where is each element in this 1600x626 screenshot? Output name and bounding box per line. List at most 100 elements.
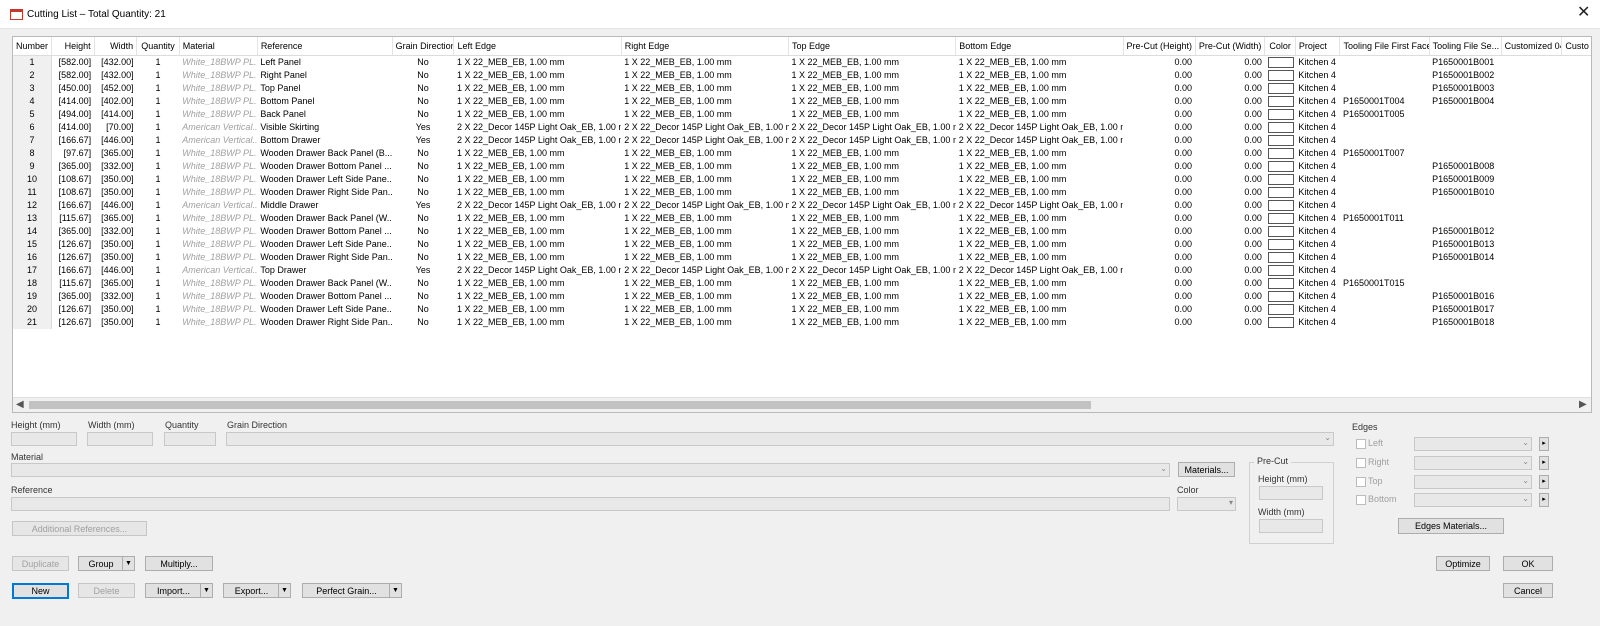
tooling-first-cell[interactable] — [1340, 290, 1429, 303]
tooling-second-cell[interactable]: P1650001B013 — [1429, 238, 1501, 251]
right-edge-cell[interactable]: 1 X 22_MEB_EB, 1.00 mm — [621, 56, 788, 70]
precut-height-cell[interactable]: 0.00 — [1123, 251, 1195, 264]
grain-cell[interactable]: Yes — [392, 264, 454, 277]
tooling-second-cell[interactable]: P1650001B008 — [1429, 160, 1501, 173]
table-row[interactable]: 6 [414.00] [70.00] 1 American Vertical... Vis… — [13, 121, 1591, 134]
material-cell[interactable]: White_18BWP PL... — [179, 186, 257, 199]
edge-right-select[interactable]: ⌄ — [1414, 456, 1532, 470]
top-edge-cell[interactable]: 1 X 22_MEB_EB, 1.00 mm — [789, 212, 956, 225]
tooling-second-cell[interactable]: P1650001B012 — [1429, 225, 1501, 238]
grain-direction-select[interactable]: ⌄ — [226, 432, 1334, 446]
tooling-first-cell[interactable]: P1650001T011 — [1340, 212, 1429, 225]
precut-height-cell[interactable]: 0.00 — [1123, 160, 1195, 173]
width-cell[interactable]: [446.00] — [94, 199, 137, 212]
reference-cell[interactable]: Bottom Drawer — [257, 134, 392, 147]
bottom-edge-cell[interactable]: 1 X 22_MEB_EB, 1.00 mm — [956, 238, 1123, 251]
precut-height-cell[interactable]: 0.00 — [1123, 82, 1195, 95]
custom-cell[interactable] — [1562, 121, 1591, 134]
top-edge-cell[interactable]: 1 X 22_MEB_EB, 1.00 mm — [789, 56, 956, 70]
tooling-first-cell[interactable] — [1340, 121, 1429, 134]
tooling-second-cell[interactable]: P1650001B010 — [1429, 186, 1501, 199]
grain-cell[interactable]: No — [392, 212, 454, 225]
color-cell[interactable] — [1265, 199, 1295, 212]
precut-width-cell[interactable]: 0.00 — [1195, 69, 1265, 82]
height-cell[interactable]: [126.67] — [52, 238, 95, 251]
customized-cell[interactable] — [1501, 212, 1562, 225]
tooling-second-cell[interactable] — [1429, 212, 1501, 225]
row-number[interactable]: 16 — [13, 251, 53, 264]
color-cell[interactable] — [1265, 82, 1295, 95]
row-number[interactable]: 13 — [13, 212, 53, 225]
right-edge-cell[interactable]: 1 X 22_MEB_EB, 1.00 mm — [621, 212, 788, 225]
customized-cell[interactable] — [1501, 238, 1562, 251]
scrollbar-thumb[interactable] — [29, 401, 1091, 409]
table-row[interactable]: 20 [126.67] [350.00] 1 White_18BWP PL... Wood… — [13, 303, 1591, 316]
customized-cell[interactable] — [1501, 121, 1562, 134]
grain-cell[interactable]: No — [392, 186, 454, 199]
table-row[interactable]: 17 [166.67] [446.00] 1 American Vertical... T… — [13, 264, 1591, 277]
table-row[interactable]: 18 [115.67] [365.00] 1 White_18BWP PL... Wood… — [13, 277, 1591, 290]
quantity-cell[interactable]: 1 — [137, 264, 180, 277]
quantity-cell[interactable]: 1 — [137, 277, 180, 290]
materials-button[interactable]: Materials... — [1178, 462, 1235, 477]
color-swatch[interactable] — [1267, 226, 1294, 237]
tooling-first-cell[interactable] — [1340, 56, 1429, 70]
height-cell[interactable]: [126.67] — [52, 251, 95, 264]
material-cell[interactable]: American Vertical... — [179, 264, 257, 277]
grain-cell[interactable]: Yes — [392, 121, 454, 134]
material-cell[interactable]: White_18BWP PL... — [179, 316, 257, 329]
project-cell[interactable]: Kitchen 4 — [1295, 264, 1340, 277]
material-cell[interactable]: White_18BWP PL... — [179, 225, 257, 238]
left-edge-cell[interactable]: 1 X 22_MEB_EB, 1.00 mm — [454, 82, 621, 95]
color-swatch[interactable] — [1267, 161, 1294, 172]
height-cell[interactable]: [126.67] — [52, 316, 95, 329]
width-cell[interactable]: [350.00] — [94, 316, 137, 329]
delete-button[interactable]: Delete — [78, 583, 135, 598]
customized-cell[interactable] — [1501, 95, 1562, 108]
custom-cell[interactable] — [1562, 147, 1591, 160]
reference-cell[interactable]: Wooden Drawer Left Side Pane... — [257, 303, 392, 316]
reference-cell[interactable]: Wooden Drawer Back Panel (W... — [257, 212, 392, 225]
color-cell[interactable] — [1265, 225, 1295, 238]
column-header[interactable]: Height — [51, 37, 95, 56]
color-cell[interactable] — [1265, 251, 1295, 264]
bottom-edge-cell[interactable]: 1 X 22_MEB_EB, 1.00 mm — [956, 225, 1123, 238]
reference-cell[interactable]: Middle Drawer — [257, 199, 392, 212]
color-swatch[interactable] — [1267, 239, 1294, 250]
top-edge-cell[interactable]: 1 X 22_MEB_EB, 1.00 mm — [789, 160, 956, 173]
reference-cell[interactable]: Visible Skirting — [257, 121, 392, 134]
quantity-cell[interactable]: 1 — [137, 147, 180, 160]
table-row[interactable]: 14 [365.00] [332.00] 1 White_18BWP PL... Wood… — [13, 225, 1591, 238]
precut-height-cell[interactable]: 0.00 — [1123, 303, 1195, 316]
table-row[interactable]: 12 [166.67] [446.00] 1 American Vertical... M… — [13, 199, 1591, 212]
new-button[interactable]: New — [12, 583, 69, 599]
width-cell[interactable]: [446.00] — [94, 264, 137, 277]
reference-cell[interactable]: Bottom Panel — [257, 95, 392, 108]
table-row[interactable]: 7 [166.67] [446.00] 1 American Vertical... Bo… — [13, 134, 1591, 147]
reference-cell[interactable]: Back Panel — [257, 108, 392, 121]
tooling-first-cell[interactable] — [1340, 173, 1429, 186]
project-cell[interactable]: Kitchen 4 — [1295, 303, 1340, 316]
color-swatch[interactable] — [1267, 304, 1294, 315]
row-number[interactable]: 12 — [13, 199, 53, 212]
precut-height-cell[interactable]: 0.00 — [1123, 199, 1195, 212]
color-select[interactable]: ▾ — [1177, 497, 1236, 511]
row-number[interactable]: 9 — [13, 160, 53, 173]
tooling-second-cell[interactable]: P1650001B017 — [1429, 303, 1501, 316]
tooling-second-cell[interactable]: P1650001B016 — [1429, 290, 1501, 303]
customized-cell[interactable] — [1501, 147, 1562, 160]
width-cell[interactable]: [332.00] — [94, 290, 137, 303]
width-cell[interactable]: [70.00] — [94, 121, 137, 134]
width-cell[interactable]: [332.00] — [94, 160, 137, 173]
right-edge-cell[interactable]: 1 X 22_MEB_EB, 1.00 mm — [621, 316, 788, 329]
material-select[interactable]: ⌄ — [11, 463, 1170, 477]
scroll-right-icon[interactable]: ▶ — [1579, 399, 1587, 410]
reference-cell[interactable]: Wooden Drawer Right Side Pan... — [257, 316, 392, 329]
grain-cell[interactable]: No — [392, 277, 454, 290]
grain-cell[interactable]: No — [392, 95, 454, 108]
color-cell[interactable] — [1265, 69, 1295, 82]
customized-cell[interactable] — [1501, 160, 1562, 173]
dropdown-arrow-icon[interactable]: ▼ — [122, 557, 134, 570]
row-number[interactable]: 17 — [13, 264, 53, 277]
color-swatch[interactable] — [1267, 148, 1294, 159]
